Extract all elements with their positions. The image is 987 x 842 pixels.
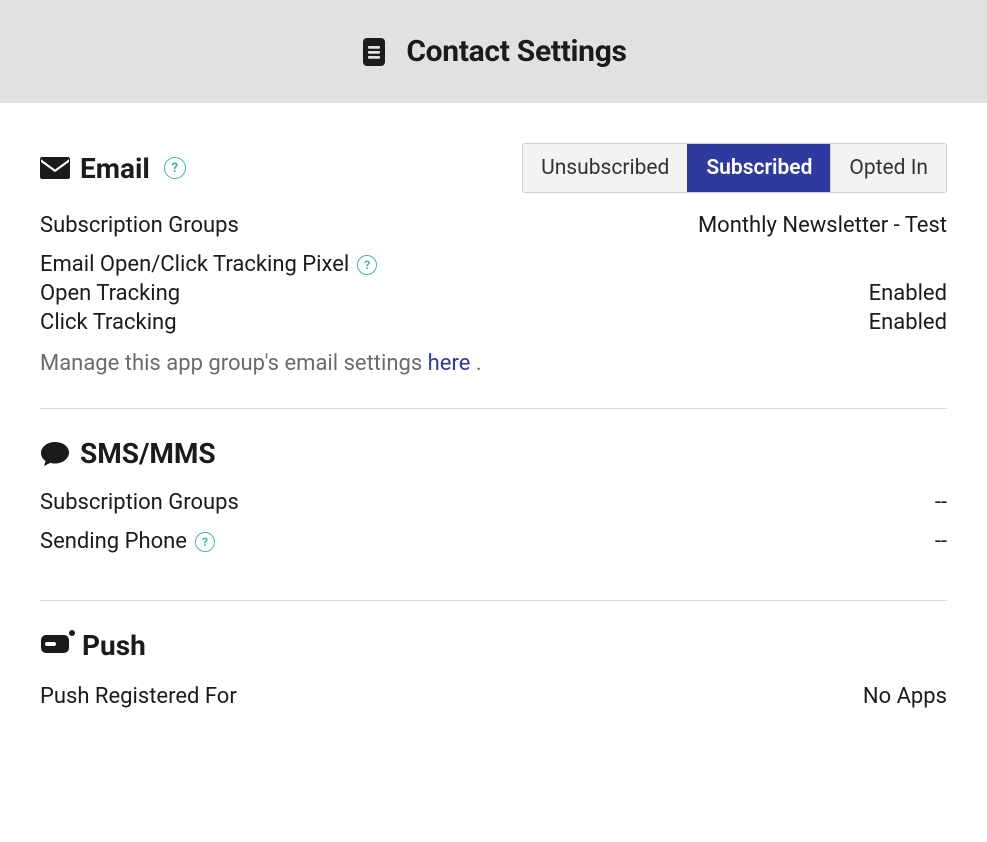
push-heading: Push	[40, 629, 947, 662]
email-settings-footnote: Manage this app group's email settings h…	[40, 351, 947, 376]
row-value: --	[935, 490, 947, 515]
click-tracking-row: Click Tracking Enabled	[40, 310, 947, 335]
email-settings-link[interactable]: here	[428, 351, 471, 376]
contact-book-icon	[360, 37, 388, 67]
envelope-icon	[40, 157, 70, 179]
section-divider	[40, 408, 947, 409]
section-divider	[40, 600, 947, 601]
page-title: Contact Settings	[406, 34, 626, 69]
row-label-wrap: Sending Phone ?	[40, 529, 215, 554]
tracking-pixel-label: Email Open/Click Tracking Pixel	[40, 252, 349, 277]
push-title: Push	[82, 629, 146, 662]
row-label: Subscription Groups	[40, 213, 239, 238]
email-tracking-pixel-header: Email Open/Click Tracking Pixel ?	[40, 252, 947, 277]
help-icon[interactable]: ?	[195, 532, 215, 552]
segment-label: Subscribed	[706, 156, 812, 180]
sms-title: SMS/MMS	[80, 437, 216, 470]
footnote-suffix: .	[470, 351, 481, 376]
segment-subscribed[interactable]: Subscribed	[687, 144, 830, 192]
speech-bubble-icon	[40, 441, 70, 467]
sms-subscription-groups-row: Subscription Groups --	[40, 490, 947, 515]
row-value: Enabled	[869, 281, 947, 306]
notification-dot-icon	[69, 630, 75, 636]
email-section-top: Email ? Unsubscribed Subscribed Opted In	[40, 143, 947, 193]
email-heading: Email ?	[40, 152, 186, 185]
row-value: No Apps	[863, 684, 947, 709]
email-subscription-groups-row: Subscription Groups Monthly Newsletter -…	[40, 213, 947, 238]
footnote-prefix: Manage this app group's email settings	[40, 351, 428, 376]
help-icon[interactable]: ?	[357, 255, 377, 275]
sms-heading: SMS/MMS	[40, 437, 947, 470]
email-subscription-segmented: Unsubscribed Subscribed Opted In	[522, 143, 947, 193]
row-label: Subscription Groups	[40, 490, 239, 515]
push-card-icon	[40, 633, 72, 659]
sms-section: SMS/MMS Subscription Groups -- Sending P…	[40, 437, 947, 592]
row-label: Push Registered For	[40, 684, 237, 709]
sending-phone-label: Sending Phone	[40, 529, 187, 554]
header: Contact Settings	[0, 0, 987, 103]
row-value: Enabled	[869, 310, 947, 335]
content-area: Email ? Unsubscribed Subscribed Opted In…	[0, 103, 987, 767]
push-section: Push Push Registered For No Apps	[40, 629, 947, 727]
row-label: Open Tracking	[40, 281, 180, 306]
row-value: Monthly Newsletter - Test	[698, 213, 947, 238]
segment-label: Opted In	[849, 156, 928, 180]
sending-phone-row: Sending Phone ? --	[40, 529, 947, 554]
email-section: Email ? Unsubscribed Subscribed Opted In…	[40, 143, 947, 400]
open-tracking-row: Open Tracking Enabled	[40, 281, 947, 306]
segment-label: Unsubscribed	[541, 156, 669, 180]
email-title: Email	[80, 152, 150, 185]
row-label: Click Tracking	[40, 310, 177, 335]
help-icon[interactable]: ?	[164, 157, 186, 179]
segment-unsubscribed[interactable]: Unsubscribed	[523, 144, 687, 192]
row-value: --	[935, 529, 947, 554]
push-registered-row: Push Registered For No Apps	[40, 684, 947, 709]
segment-opted-in[interactable]: Opted In	[830, 144, 946, 192]
